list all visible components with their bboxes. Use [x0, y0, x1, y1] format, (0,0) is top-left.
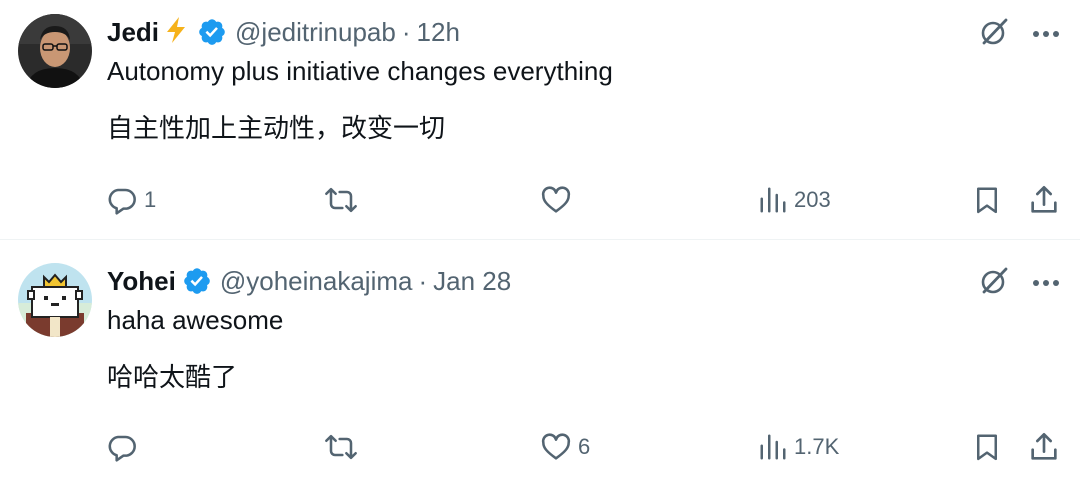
separator-dot: · [418, 265, 428, 296]
reply-button[interactable] [106, 427, 144, 467]
timestamp[interactable]: Jan 28 [433, 266, 511, 297]
timestamp[interactable]: 12h [417, 17, 460, 48]
grok-icon[interactable] [978, 265, 1010, 302]
more-icon[interactable] [1032, 26, 1060, 44]
author-handle[interactable]: @jeditrinupab [235, 17, 396, 48]
grok-icon[interactable] [978, 16, 1010, 53]
tweet[interactable]: Yohei @yoheinakajima · Jan 28 haha aweso… [0, 241, 1080, 479]
tweet-header: Yohei @yoheinakajima · Jan 28 [107, 263, 511, 299]
like-button[interactable] [540, 180, 578, 220]
retweet-icon [325, 187, 357, 213]
tweet-text-chinese: 哈哈太酷了 [107, 363, 238, 393]
avatar[interactable] [18, 263, 92, 337]
bookmark-button[interactable] [972, 427, 1002, 467]
tweet[interactable]: Jedi @jeditrinupab · 12h Autonomy plus i… [0, 0, 1080, 240]
lightning-icon [167, 16, 186, 43]
reply-icon [108, 188, 136, 215]
retweet-icon [325, 434, 357, 460]
views-button[interactable]: 203 [758, 180, 831, 220]
share-button[interactable] [1028, 180, 1060, 220]
more-icon[interactable] [1032, 275, 1060, 293]
tweet-top-icons [978, 265, 1060, 302]
tweet-text-chinese: 自主性加上主动性，改变一切 [107, 114, 446, 144]
views-icon [760, 187, 786, 213]
reply-count: 1 [144, 187, 157, 212]
author-name[interactable]: Jedi [107, 17, 159, 48]
share-button[interactable] [1028, 427, 1060, 467]
bookmark-button[interactable] [972, 180, 1002, 220]
share-icon [1031, 186, 1057, 213]
views-button[interactable]: 1.7K [758, 427, 839, 467]
tweet-top-icons [978, 16, 1060, 53]
bookmark-icon [977, 434, 997, 461]
views-icon [760, 434, 786, 460]
author-name[interactable]: Yohei [107, 266, 176, 297]
like-count: 6 [578, 434, 591, 459]
reply-button[interactable]: 1 [106, 180, 156, 220]
retweet-button[interactable] [324, 427, 364, 467]
like-button[interactable]: 6 [540, 427, 590, 467]
bookmark-icon [977, 187, 997, 214]
share-icon [1031, 433, 1057, 460]
retweet-button[interactable] [324, 180, 364, 220]
author-emoji [161, 15, 191, 50]
tweet-text-english: haha awesome [107, 305, 284, 335]
tweet-text-english: Autonomy plus initiative changes everyth… [107, 56, 613, 86]
like-icon [541, 186, 571, 213]
separator-dot: · [401, 16, 411, 47]
like-icon [541, 433, 571, 460]
reply-icon [108, 435, 136, 462]
views-count: 1.7K [794, 434, 840, 459]
action-bar: 6 1.7K [0, 427, 1080, 467]
verified-badge-icon [197, 17, 227, 47]
tweet-header: Jedi @jeditrinupab · 12h [107, 14, 460, 50]
avatar[interactable] [18, 14, 92, 88]
author-handle[interactable]: @yoheinakajima [220, 266, 413, 297]
verified-badge-icon [182, 266, 212, 296]
action-bar: 1 203 [0, 180, 1080, 220]
views-count: 203 [794, 187, 831, 212]
